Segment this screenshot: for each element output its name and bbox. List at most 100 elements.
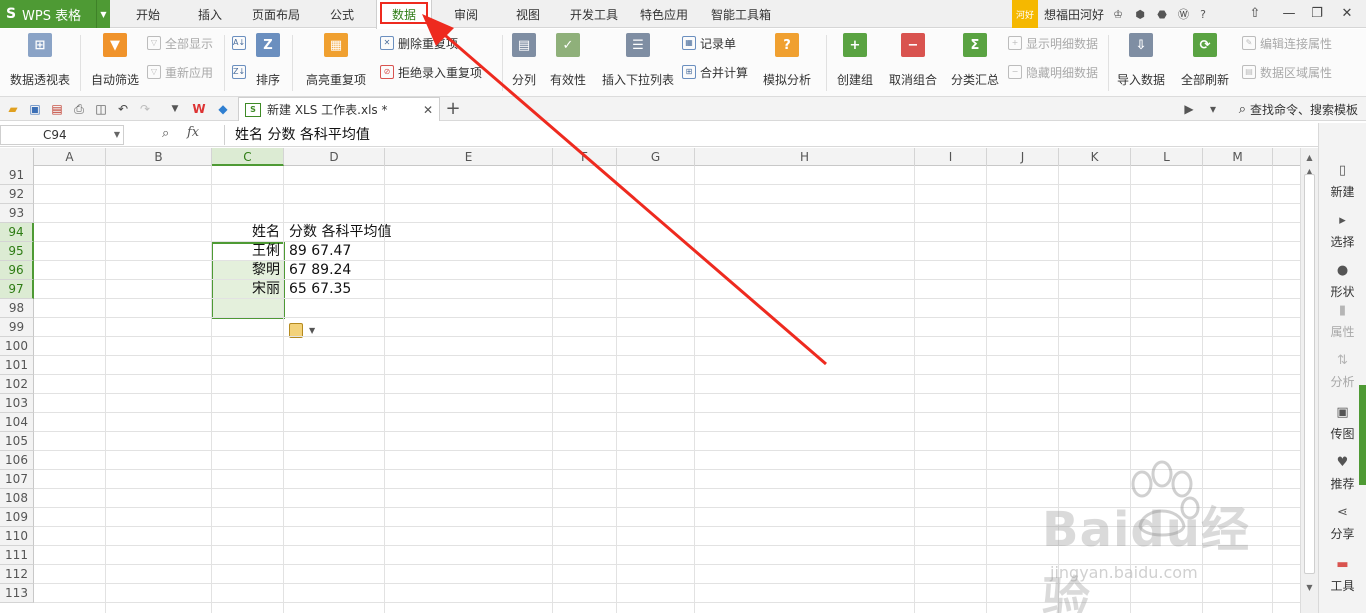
row-header-112[interactable]: 112 bbox=[0, 565, 34, 584]
auto-filter-button[interactable]: ▼ 自动筛选 bbox=[88, 33, 142, 88]
row-header-92[interactable]: 92 bbox=[0, 185, 34, 204]
help-icon[interactable]: ? bbox=[1195, 8, 1211, 21]
column-header-l[interactable]: L bbox=[1131, 148, 1203, 166]
vertical-scrollbar[interactable]: ▲ ▲ ▼ bbox=[1300, 148, 1318, 613]
restore-ribbon-icon[interactable]: ⇧ bbox=[1240, 0, 1270, 28]
sort-ascending-button[interactable]: A↓ bbox=[232, 33, 250, 53]
row-header-98[interactable]: 98 bbox=[0, 299, 34, 318]
open-folder-icon[interactable]: ▰ bbox=[4, 100, 22, 118]
print-preview-icon[interactable]: ◫ bbox=[92, 100, 110, 118]
column-header-k[interactable]: K bbox=[1059, 148, 1131, 166]
redo-icon[interactable]: ↷ bbox=[136, 100, 154, 118]
task-pane-share[interactable]: ⋖ 分享 bbox=[1319, 503, 1366, 542]
wps-home-icon[interactable]: W bbox=[190, 100, 208, 118]
column-header-g[interactable]: G bbox=[617, 148, 695, 166]
export-pdf-icon[interactable]: ▤ bbox=[48, 100, 66, 118]
row-header-91[interactable]: 91 bbox=[0, 166, 34, 185]
chevron-down-icon[interactable]: ▼ bbox=[96, 0, 110, 28]
subtotal-button[interactable]: Σ 分类汇总 bbox=[950, 33, 1000, 88]
task-pane-select[interactable]: ▸ 选择 bbox=[1319, 211, 1366, 250]
row-header-94[interactable]: 94 bbox=[0, 223, 34, 242]
column-header-d[interactable]: D bbox=[284, 148, 385, 166]
row-header-105[interactable]: 105 bbox=[0, 432, 34, 451]
row-header-100[interactable]: 100 bbox=[0, 337, 34, 356]
row-header-96[interactable]: 96 bbox=[0, 261, 34, 280]
sort-descending-button[interactable]: Z↓ bbox=[232, 62, 250, 82]
tab-smart-toolbox[interactable]: 智能工具箱 bbox=[706, 0, 776, 28]
task-pane-shape[interactable]: ● 形状 bbox=[1319, 261, 1366, 300]
column-header-c[interactable]: C bbox=[212, 148, 284, 166]
close-tab-icon[interactable]: ✕ bbox=[423, 103, 433, 117]
document-tab[interactable]: S 新建 XLS 工作表.xls * ✕ bbox=[238, 97, 440, 121]
scrollbar-thumb[interactable] bbox=[1304, 174, 1315, 574]
row-header-107[interactable]: 107 bbox=[0, 470, 34, 489]
wps-cloud-icon[interactable]: Ⓦ bbox=[1178, 6, 1189, 22]
cell-area[interactable]: 姓名 分数 各科平均值 王俐 89 67.47 黎明 67 89.24 宋丽 65 67.35… bbox=[34, 166, 1300, 613]
show-all-button[interactable]: ▽ 全部显示 bbox=[147, 33, 213, 53]
row-header-93[interactable]: 93 bbox=[0, 204, 34, 223]
cell-d96[interactable]: 67 89.24 bbox=[289, 261, 351, 280]
present-icon[interactable]: ▶ bbox=[1180, 100, 1198, 118]
user-avatar[interactable]: 河好 bbox=[1012, 0, 1038, 28]
highlight-duplicates-button[interactable]: ▦ 高亮重复项 bbox=[300, 33, 372, 88]
tab-view[interactable]: 视图 bbox=[506, 0, 550, 28]
fx-icon[interactable]: fx bbox=[187, 125, 199, 140]
settings-icon[interactable]: ⬣ bbox=[1154, 8, 1170, 21]
row-header-103[interactable]: 103 bbox=[0, 394, 34, 413]
column-header-a[interactable]: A bbox=[34, 148, 106, 166]
docer-icon[interactable]: ◆ bbox=[214, 100, 232, 118]
user-name[interactable]: 想福田河好 bbox=[1044, 6, 1104, 23]
import-data-button[interactable]: ⇩ 导入数据 bbox=[1114, 33, 1168, 88]
row-header-97[interactable]: 97 bbox=[0, 280, 34, 299]
row-header-104[interactable]: 104 bbox=[0, 413, 34, 432]
row-header-101[interactable]: 101 bbox=[0, 356, 34, 375]
cell-c95[interactable]: 王俐 bbox=[212, 242, 280, 261]
range-properties-button[interactable]: ▤ 数据区域属性 bbox=[1242, 62, 1332, 82]
close-icon[interactable]: ✕ bbox=[1332, 0, 1362, 28]
new-tab-button[interactable]: + bbox=[444, 97, 462, 121]
row-header-108[interactable]: 108 bbox=[0, 489, 34, 508]
hide-detail-button[interactable]: − 隐藏明细数据 bbox=[1008, 62, 1098, 82]
what-if-analysis-button[interactable]: ? 模拟分析 bbox=[756, 33, 818, 88]
tab-page-layout[interactable]: 页面布局 bbox=[246, 0, 306, 28]
column-header-m[interactable]: M bbox=[1203, 148, 1273, 166]
select-all-corner[interactable] bbox=[0, 148, 34, 166]
row-header-113[interactable]: 113 bbox=[0, 584, 34, 603]
tab-list-icon[interactable]: ▾ bbox=[1204, 100, 1222, 118]
cell-d97[interactable]: 65 67.35 bbox=[289, 280, 351, 299]
cell-d95[interactable]: 89 67.47 bbox=[289, 242, 351, 261]
cell-c96[interactable]: 黎明 bbox=[212, 261, 280, 280]
scroll-down-arrow-icon[interactable]: ▼ bbox=[1301, 580, 1318, 596]
zoom-formula-icon[interactable]: ⌕ bbox=[162, 126, 169, 141]
row-header-111[interactable]: 111 bbox=[0, 546, 34, 565]
maximize-icon[interactable]: ❐ bbox=[1302, 0, 1332, 28]
row-header-102[interactable]: 102 bbox=[0, 375, 34, 394]
column-header-h[interactable]: H bbox=[695, 148, 915, 166]
row-header-109[interactable]: 109 bbox=[0, 508, 34, 527]
reject-duplicates-button[interactable]: ⊘ 拒绝录入重复项 bbox=[380, 62, 482, 82]
chevron-down-icon[interactable]: ▼ bbox=[114, 126, 120, 144]
delete-duplicates-button[interactable]: ✕ 删除重复项 bbox=[380, 33, 458, 53]
ungroup-button[interactable]: − 取消组合 bbox=[882, 33, 944, 88]
column-header-b[interactable]: B bbox=[106, 148, 212, 166]
sort-button[interactable]: Z 排序 bbox=[252, 33, 284, 88]
create-group-button[interactable]: + 创建组 bbox=[834, 33, 876, 88]
app-menu-button[interactable]: S WPS 表格 ▼ bbox=[0, 0, 110, 28]
undo-icon[interactable]: ↶ bbox=[114, 100, 132, 118]
chevron-down-icon[interactable]: ▼ bbox=[166, 100, 184, 118]
consolidate-button[interactable]: ⊞ 合并计算 bbox=[682, 62, 748, 82]
tab-special[interactable]: 特色应用 bbox=[636, 0, 692, 28]
task-pane-new-file[interactable]: ▯ 新建 bbox=[1319, 161, 1366, 200]
cell-c94[interactable]: 姓名 bbox=[212, 223, 280, 242]
row-header-110[interactable]: 110 bbox=[0, 527, 34, 546]
tab-developer[interactable]: 开发工具 bbox=[564, 0, 624, 28]
name-box[interactable]: C94 ▼ bbox=[0, 125, 124, 145]
show-detail-button[interactable]: + 显示明细数据 bbox=[1008, 33, 1098, 53]
record-form-button[interactable]: ▦ 记录单 bbox=[682, 33, 736, 53]
tab-insert[interactable]: 插入 bbox=[186, 0, 234, 28]
row-header-106[interactable]: 106 bbox=[0, 451, 34, 470]
tab-review[interactable]: 审阅 bbox=[444, 0, 488, 28]
vip-icon[interactable]: ♔ bbox=[1110, 8, 1126, 21]
spreadsheet-grid[interactable]: ABCDEFGHIJKLM 91 92 93 94 95 96 97 98 99 100 101 10… bbox=[0, 148, 1300, 613]
column-header-j[interactable]: J bbox=[987, 148, 1059, 166]
